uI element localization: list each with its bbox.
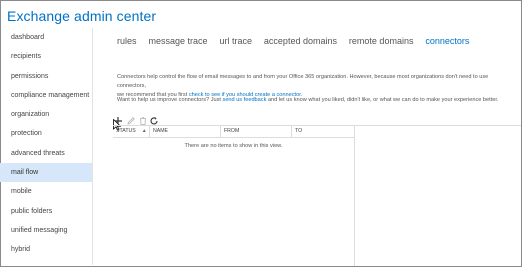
- description-line-1: Connectors help control the flow of emai…: [117, 74, 489, 89]
- sidebar-item-unified-messaging[interactable]: unified messaging: [0, 221, 92, 240]
- feedback-text: Want to help us improve connectors? Just…: [117, 96, 517, 105]
- sidebar-item-protection[interactable]: protection: [0, 124, 92, 143]
- edit-icon[interactable]: [126, 113, 136, 125]
- sidebar-item-mobile[interactable]: mobile: [0, 182, 92, 201]
- tab-rules[interactable]: rules: [117, 36, 137, 46]
- column-header-to[interactable]: TO: [291, 126, 354, 137]
- sidebar-item-public-folders[interactable]: public folders: [0, 202, 92, 221]
- column-header-status[interactable]: STATUS ▲: [113, 126, 149, 137]
- column-header-status-label: STATUS: [116, 128, 136, 134]
- sort-ascending-icon: ▲: [141, 128, 147, 134]
- sidebar-item-recipients[interactable]: recipients: [0, 47, 92, 66]
- tab-bar: rules message trace url trace accepted d…: [117, 31, 477, 49]
- grid-empty-message: There are no items to show in this view.: [184, 143, 283, 149]
- sidebar-item-permissions[interactable]: permissions: [0, 67, 92, 86]
- sidebar-item-organization[interactable]: organization: [0, 105, 92, 124]
- tab-url-trace[interactable]: url trace: [219, 36, 252, 46]
- column-header-from[interactable]: FROM: [220, 126, 291, 137]
- feedback-prefix: Want to help us improve connectors? Just: [117, 97, 223, 103]
- tab-message-trace[interactable]: message trace: [148, 36, 207, 46]
- sidebar-item-compliance-management[interactable]: compliance management: [0, 86, 92, 105]
- tab-remote-domains[interactable]: remote domains: [349, 36, 414, 46]
- sidebar-nav: dashboard recipients permissions complia…: [0, 28, 93, 265]
- tab-connectors[interactable]: connectors: [425, 36, 469, 46]
- app-title: Exchange admin center: [7, 8, 157, 24]
- sidebar-item-mail-flow[interactable]: mail flow: [0, 163, 92, 183]
- column-header-name[interactable]: NAME: [149, 126, 220, 137]
- sidebar-item-hybrid[interactable]: hybrid: [0, 240, 92, 259]
- sidebar-item-dashboard[interactable]: dashboard: [0, 28, 92, 47]
- send-feedback-link[interactable]: send us feedback: [223, 97, 267, 103]
- refresh-icon[interactable]: [149, 113, 159, 125]
- sidebar-item-advanced-threats[interactable]: advanced threats: [0, 144, 92, 163]
- details-pane: [354, 125, 521, 266]
- delete-icon[interactable]: [138, 113, 148, 126]
- grid-header: STATUS ▲ NAME FROM TO: [113, 125, 354, 138]
- tab-accepted-domains[interactable]: accepted domains: [264, 36, 337, 46]
- feedback-suffix: and let us know what you liked, didn't l…: [266, 97, 499, 103]
